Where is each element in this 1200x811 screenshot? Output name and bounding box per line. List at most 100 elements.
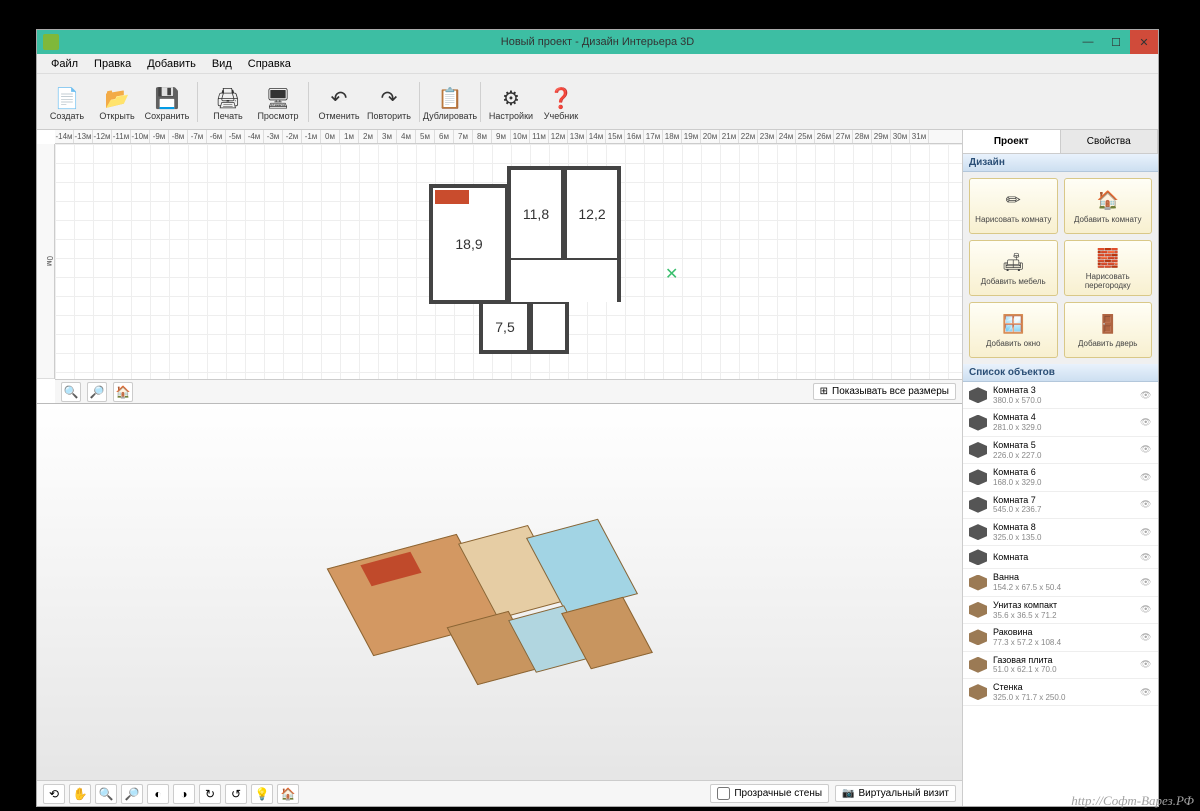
3d-tool-1[interactable]: ◐ — [147, 784, 169, 804]
corridor[interactable] — [507, 260, 621, 302]
tab-properties[interactable]: Свойства — [1061, 130, 1159, 153]
object-icon — [969, 469, 987, 485]
visibility-icon[interactable]: 👁 — [1140, 499, 1152, 510]
room-4[interactable]: 7,5 — [479, 300, 531, 354]
design-btn-Нарисовать перегородку[interactable]: 🧱Нарисовать перегородку — [1064, 240, 1153, 296]
visibility-icon[interactable]: 👁 — [1140, 472, 1152, 483]
3d-light-button[interactable]: 💡 — [251, 784, 273, 804]
2d-view[interactable]: -14м-13м-12м-11м-10м-9м-8м-7м-6м-5м-4м-3… — [37, 130, 962, 404]
toolbar: 📄Создать📂Открыть💾Сохранить 🖨Печать🖥Просмо… — [37, 74, 1158, 130]
toolbar-icon: 📋 — [436, 85, 464, 111]
object-item[interactable]: Комната 5226.0 x 227.0👁 — [963, 437, 1158, 464]
3d-home-button[interactable]: 🏠 — [277, 784, 299, 804]
2d-grid[interactable]: 18,9 11,8 12,2 7,5 ✕ — [55, 144, 962, 379]
toolbar-Просмотр[interactable]: 🖥Просмотр — [254, 78, 302, 128]
object-icon — [969, 415, 987, 431]
object-icon — [969, 442, 987, 458]
origin-marker-icon: ✕ — [665, 264, 678, 284]
menu-help[interactable]: Справка — [240, 56, 299, 72]
visibility-icon[interactable]: 👁 — [1140, 687, 1152, 698]
zoom-out-button[interactable]: 🔎 — [87, 382, 107, 402]
visibility-icon[interactable]: 👁 — [1140, 632, 1152, 643]
3d-tool-2[interactable]: ◑ — [173, 784, 195, 804]
3d-zoom-out-button[interactable]: 🔎 — [121, 784, 143, 804]
object-icon — [969, 387, 987, 403]
menubar: Файл Правка Добавить Вид Справка — [37, 54, 1158, 74]
design-btn-Добавить окно[interactable]: 🪟Добавить окно — [969, 302, 1058, 358]
toolbar-Сохранить[interactable]: 💾Сохранить — [143, 78, 191, 128]
3d-tool-3[interactable]: ↻ — [199, 784, 221, 804]
object-icon — [969, 629, 987, 645]
transparent-walls-toggle[interactable]: Прозрачные стены — [710, 784, 829, 803]
visibility-icon[interactable]: 👁 — [1140, 552, 1152, 563]
close-button[interactable]: ✕ — [1130, 30, 1158, 54]
sidebar-tabs: Проект Свойства — [963, 130, 1158, 154]
objects-section-header: Список объектов — [963, 364, 1158, 382]
object-list[interactable]: Комната 3380.0 x 570.0👁Комната 4281.0 x … — [963, 382, 1158, 806]
toolbar-Повторить[interactable]: ↷Повторить — [365, 78, 413, 128]
room-2[interactable]: 11,8 — [507, 166, 565, 262]
toolbar-Создать[interactable]: 📄Создать — [43, 78, 91, 128]
toolbar-Отменить[interactable]: ↶Отменить — [315, 78, 363, 128]
design-btn-Добавить мебель[interactable]: 🛋Добавить мебель — [969, 240, 1058, 296]
visibility-icon[interactable]: 👁 — [1140, 577, 1152, 588]
object-icon — [969, 684, 987, 700]
visibility-icon[interactable]: 👁 — [1140, 390, 1152, 401]
menu-add[interactable]: Добавить — [139, 56, 204, 72]
3d-model[interactable] — [320, 475, 680, 735]
menu-file[interactable]: Файл — [43, 56, 86, 72]
toolbar-icon: ↶ — [325, 85, 353, 111]
floorplan[interactable]: 18,9 11,8 12,2 7,5 — [429, 160, 629, 360]
toolbar-Открыть[interactable]: 📂Открыть — [93, 78, 141, 128]
object-item[interactable]: Комната 7545.0 x 236.7👁 — [963, 492, 1158, 519]
room-small[interactable] — [529, 300, 569, 354]
object-item[interactable]: Комната 8325.0 x 135.0👁 — [963, 519, 1158, 546]
object-item[interactable]: Комната👁 — [963, 546, 1158, 569]
object-item[interactable]: Стенка325.0 x 71.7 x 250.0👁 — [963, 679, 1158, 706]
3d-view[interactable]: ⟲ ✋ 🔍 🔎 ◐ ◑ ↻ ↺ 💡 🏠 Прозрачные стены — [37, 404, 962, 806]
design-btn-Нарисовать комнату[interactable]: ✏Нарисовать комнату — [969, 178, 1058, 234]
virtual-visit-button[interactable]: 📷 Виртуальный визит — [835, 785, 956, 802]
toolbar-icon: ↷ — [375, 85, 403, 111]
sidebar: Проект Свойства Дизайн ✏Нарисовать комна… — [962, 130, 1158, 806]
object-icon — [969, 657, 987, 673]
minimize-button[interactable]: — — [1074, 30, 1102, 54]
tab-project[interactable]: Проект — [963, 130, 1061, 153]
home-button[interactable]: 🏠 — [113, 382, 133, 402]
transparent-walls-checkbox[interactable] — [717, 787, 730, 800]
zoom-in-button[interactable]: 🔍 — [61, 382, 81, 402]
vertical-ruler: 0м1м2м3м4м5м6м7м8м9м10м — [37, 144, 55, 379]
maximize-button[interactable]: ☐ — [1102, 30, 1130, 54]
toolbar-Настройки[interactable]: ⚙Настройки — [487, 78, 535, 128]
visibility-icon[interactable]: 👁 — [1140, 659, 1152, 670]
object-icon — [969, 524, 987, 540]
toolbar-icon: ⚙ — [497, 85, 525, 111]
visibility-icon[interactable]: 👁 — [1140, 527, 1152, 538]
room-3[interactable]: 12,2 — [563, 166, 621, 262]
design-btn-Добавить дверь[interactable]: 🚪Добавить дверь — [1064, 302, 1153, 358]
show-dimensions-button[interactable]: ⊞ Показывать все размеры — [813, 383, 956, 400]
object-item[interactable]: Унитаз компакт35.6 x 36.5 x 71.2👁 — [963, 597, 1158, 624]
toolbar-Печать[interactable]: 🖨Печать — [204, 78, 252, 128]
object-item[interactable]: Ванна154.2 x 67.5 x 50.4👁 — [963, 569, 1158, 596]
toolbar-Дублировать[interactable]: 📋Дублировать — [426, 78, 474, 128]
object-item[interactable]: Газовая плита51.0 x 62.1 x 70.0👁 — [963, 652, 1158, 679]
visibility-icon[interactable]: 👁 — [1140, 417, 1152, 428]
object-item[interactable]: Раковина77.3 x 57.2 x 108.4👁 — [963, 624, 1158, 651]
titlebar: Новый проект - Дизайн Интерьера 3D — ☐ ✕ — [37, 30, 1158, 54]
menu-edit[interactable]: Правка — [86, 56, 139, 72]
3d-zoom-in-button[interactable]: 🔍 — [95, 784, 117, 804]
object-item[interactable]: Комната 6168.0 x 329.0👁 — [963, 464, 1158, 491]
toolbar-Учебник[interactable]: ❓Учебник — [537, 78, 585, 128]
menu-view[interactable]: Вид — [204, 56, 240, 72]
3d-tool-4[interactable]: ↺ — [225, 784, 247, 804]
object-item[interactable]: Комната 4281.0 x 329.0👁 — [963, 409, 1158, 436]
design-buttons-grid: ✏Нарисовать комнату🏠Добавить комнату🛋Доб… — [963, 172, 1158, 364]
object-item[interactable]: Комната 3380.0 x 570.0👁 — [963, 382, 1158, 409]
visibility-icon[interactable]: 👁 — [1140, 444, 1152, 455]
3d-rotate-button[interactable]: ⟲ — [43, 784, 65, 804]
3d-pan-button[interactable]: ✋ — [69, 784, 91, 804]
design-btn-Добавить комнату[interactable]: 🏠Добавить комнату — [1064, 178, 1153, 234]
visibility-icon[interactable]: 👁 — [1140, 604, 1152, 615]
window-title: Новый проект - Дизайн Интерьера 3D — [501, 36, 694, 48]
